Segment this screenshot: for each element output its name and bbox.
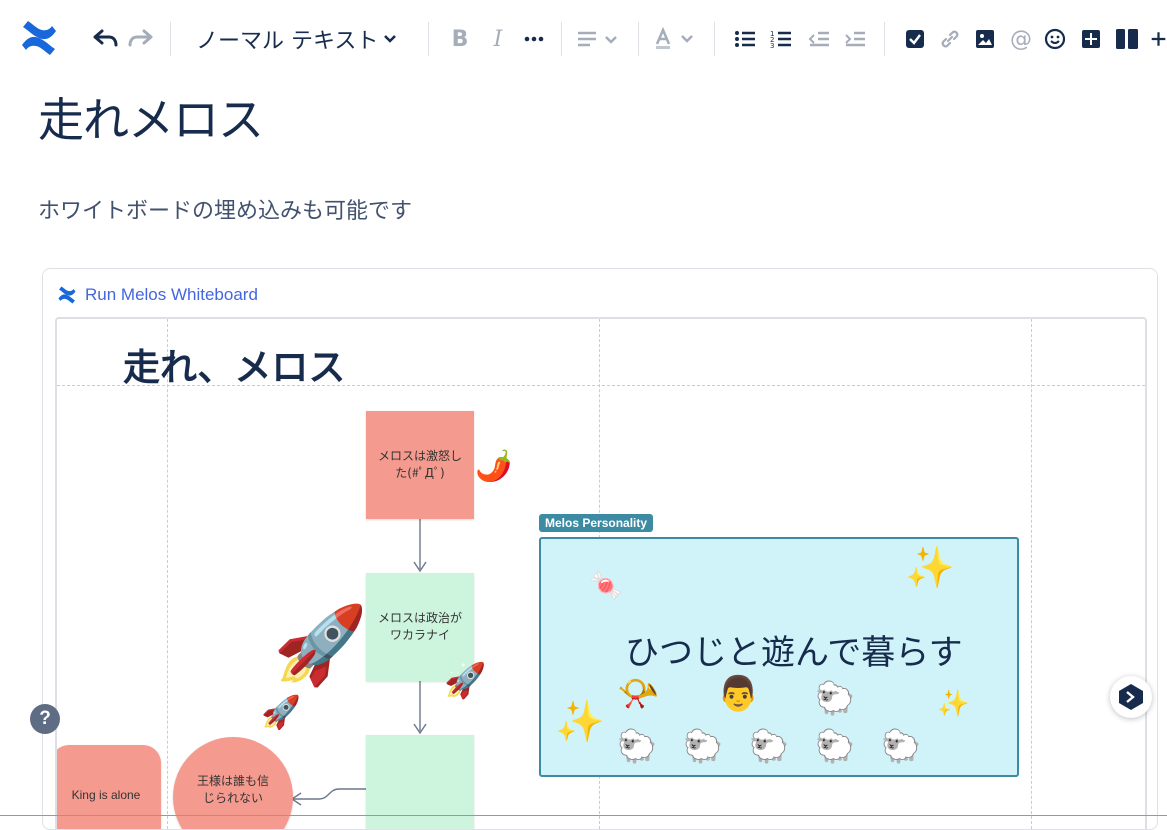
help-button[interactable]: ? [30, 704, 60, 734]
editor-toolbar: ノーマル テキスト B I 123 @ [0, 0, 1167, 78]
bullet-list-icon[interactable] [730, 24, 760, 54]
frame-label[interactable]: Melos Personality [539, 514, 654, 532]
undo-icon[interactable] [90, 25, 122, 53]
rocket-tiny-icon[interactable]: 🚀 [261, 695, 301, 729]
bottom-divider [0, 815, 1167, 816]
sticky-note-text: メロスは政治がワカラナイ [377, 611, 462, 642]
mention-icon[interactable]: @ [1006, 24, 1036, 54]
candy-icon[interactable]: 🍬 [589, 571, 624, 601]
postal-horn-icon[interactable]: 📯 [617, 677, 659, 711]
text-style-dropdown[interactable]: ノーマル テキスト [196, 22, 398, 56]
body-paragraph[interactable]: ホワイトボードの埋め込みも可能です [38, 196, 412, 228]
table-icon[interactable] [1076, 24, 1106, 54]
sticky-note-text: メロスは激怒した(#ﾟДﾟ) [377, 449, 462, 480]
more-formatting-icon[interactable] [520, 24, 548, 54]
whiteboard-link[interactable]: Run Melos Whiteboard [85, 285, 258, 305]
text-style-label: ノーマル テキスト [196, 29, 379, 54]
sheep-icon[interactable]: 🐑 [815, 730, 855, 762]
align-icon[interactable] [574, 24, 622, 54]
embed-header: Run Melos Whiteboard [57, 283, 258, 307]
sparkles-small-icon[interactable]: ✨ [937, 689, 969, 719]
numbered-list-icon[interactable]: 123 [766, 24, 796, 54]
italic-icon[interactable]: I [484, 24, 512, 54]
indent-icon[interactable] [840, 24, 870, 54]
redo-icon[interactable] [124, 25, 156, 53]
confluence-logo-icon[interactable] [18, 18, 60, 58]
svg-text:3: 3 [770, 42, 774, 49]
sticky-note-angry[interactable]: メロスは激怒した(#ﾟДﾟ) [366, 411, 474, 519]
emoji-icon[interactable] [1040, 24, 1070, 54]
layout-icon[interactable] [1112, 24, 1142, 54]
extension-button[interactable] [1110, 676, 1152, 718]
chili-pepper-icon[interactable]: 🌶️ [475, 452, 512, 482]
frame-melos-personality[interactable]: ひつじと遊んで暮らす 🍬 ✨ ✨ ✨ 📯 👨 🐑 🐑 🐑 🐑 🐑 🐑 [539, 537, 1019, 777]
sticky-note-king-alone[interactable]: King is alone [57, 745, 161, 829]
rocket-large-icon[interactable]: 🚀 [273, 605, 368, 685]
frame-text: ひつじと遊んで暮らす [625, 633, 963, 673]
sticky-note-text: King is alone [71, 787, 141, 802]
chevron-down-icon [384, 35, 397, 43]
sheep-icon[interactable]: 🐑 [683, 730, 723, 762]
bold-icon[interactable]: B [446, 24, 474, 54]
image-icon[interactable] [970, 24, 1000, 54]
sticky-note-text: 王様は誰も信じられない [196, 774, 269, 805]
task-checkbox-icon[interactable] [900, 24, 930, 54]
sparkles-left-icon[interactable]: ✨ [555, 702, 605, 742]
link-icon[interactable] [935, 24, 965, 54]
outdent-icon[interactable] [804, 24, 834, 54]
sheep-icon[interactable]: 🐑 [617, 730, 657, 762]
man-face-icon[interactable]: 👨 [717, 677, 759, 711]
insert-plus-icon[interactable] [1150, 24, 1167, 54]
hexagon-extension-icon [1119, 684, 1143, 710]
text-color-icon[interactable] [650, 24, 698, 54]
whiteboard-embed[interactable]: Run Melos Whiteboard 走れ、メロス メロスは激怒した(#ﾟД… [42, 268, 1158, 830]
confluence-small-icon [58, 286, 76, 304]
whiteboard-canvas[interactable]: 走れ、メロス メロスは激怒した(#ﾟДﾟ) メロスは政治がワカラナイ King … [55, 317, 1147, 829]
sheep-icon[interactable]: 🐑 [815, 682, 855, 714]
sheep-icon[interactable]: 🐑 [881, 730, 921, 762]
page-title[interactable]: 走れメロス [38, 90, 264, 150]
rocket-small-icon[interactable]: 🚀 [444, 663, 486, 699]
sheep-icon[interactable]: 🐑 [749, 730, 789, 762]
sparkles-icon[interactable]: ✨ [905, 548, 955, 588]
